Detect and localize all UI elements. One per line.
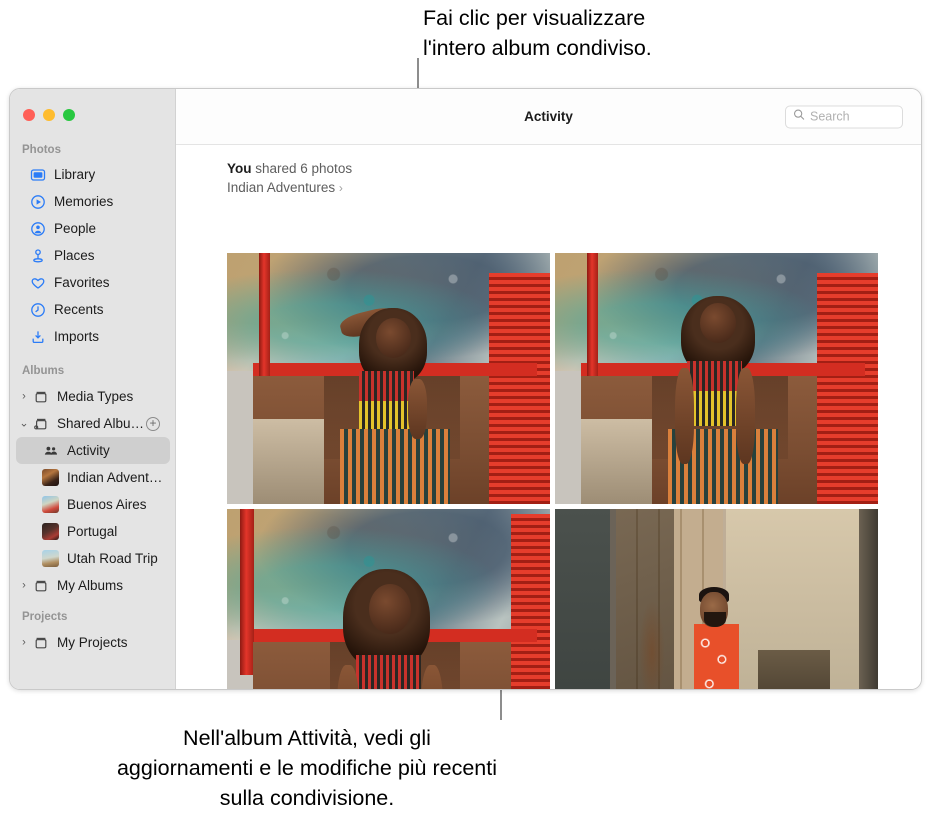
activity-header: You shared 6 photos Indian Adventures › (176, 145, 921, 202)
sidebar-item-library[interactable]: Library (16, 161, 170, 188)
sidebar-item-label: Portugal (67, 524, 118, 539)
photo-grid (227, 253, 878, 689)
main-content: Activity Search You shared 6 photos Indi… (176, 89, 921, 689)
heart-icon (29, 274, 46, 291)
sidebar-item-people[interactable]: People (16, 215, 170, 242)
search-field[interactable]: Search (785, 105, 903, 128)
album-thumbnail (42, 523, 59, 540)
people-icon (29, 220, 46, 237)
sidebar-list-projects: › My Projects (10, 629, 176, 656)
chevron-down-icon[interactable]: ⌄ (19, 418, 29, 429)
sidebar-item-buenos-aires[interactable]: Buenos Aires (16, 491, 170, 518)
sidebar-item-recents[interactable]: Recents (16, 296, 170, 323)
library-icon (29, 166, 46, 183)
sidebar-item-imports[interactable]: Imports (16, 323, 170, 350)
photo-thumbnail-4[interactable] (555, 509, 878, 689)
sidebar-section-albums-header: Albums (22, 365, 65, 377)
sidebar-item-memories[interactable]: Memories (16, 188, 170, 215)
sidebar-item-label: My Projects (57, 635, 128, 650)
photo-thumbnail-1[interactable] (227, 253, 550, 504)
sidebar-list-photos: Library Memories People Places Favorites… (10, 161, 176, 350)
sidebar-item-utah-road-trip[interactable]: Utah Road Trip (16, 545, 170, 572)
callout-top-text: Fai clic per visualizzare l'intero album… (423, 6, 652, 60)
places-icon (29, 247, 46, 264)
sidebar-item-portugal[interactable]: Portugal (16, 518, 170, 545)
callout-bottom-text: Nell'album Attività, vedi gli aggiorname… (116, 726, 498, 810)
album-thumbnail (42, 496, 59, 513)
activity-people-icon (42, 442, 59, 459)
activity-feed: You shared 6 photos Indian Adventures › (176, 145, 921, 689)
photo-image (227, 253, 550, 504)
sidebar-item-favorites[interactable]: Favorites (16, 269, 170, 296)
add-shared-album-button[interactable]: + (146, 416, 160, 431)
close-button[interactable] (23, 109, 35, 121)
sidebar-item-label: Favorites (54, 275, 110, 290)
sidebar-item-label: Places (54, 248, 95, 263)
photo-image (555, 509, 878, 689)
search-input[interactable]: Search (810, 110, 850, 124)
sidebar-item-label: Shared Albu… (57, 416, 145, 431)
sidebar: Photos Library Memories People Places Fa… (10, 89, 176, 689)
chevron-right-icon[interactable]: › (19, 391, 29, 402)
zoom-button[interactable] (63, 109, 75, 121)
chevron-right-icon[interactable]: › (19, 580, 29, 591)
sidebar-item-label: Library (54, 167, 96, 182)
sidebar-item-label: Recents (54, 302, 104, 317)
sidebar-item-my-albums[interactable]: › My Albums (16, 572, 170, 599)
sidebar-item-label: Memories (54, 194, 114, 209)
photo-image (227, 509, 550, 689)
sidebar-list-albums: › Media Types ⌄ Shared Albu… + Activity … (10, 383, 176, 599)
sidebar-item-label: Activity (67, 443, 110, 458)
activity-action: shared 6 photos (251, 161, 353, 176)
sidebar-item-label: People (54, 221, 97, 236)
screenshot-root: Fai clic per visualizzare l'intero album… (0, 0, 931, 827)
toolbar: Activity Search (176, 89, 921, 145)
sidebar-item-label: Utah Road Trip (67, 551, 158, 566)
sidebar-item-label: My Albums (57, 578, 124, 593)
chevron-right-icon[interactable]: › (19, 637, 29, 648)
sidebar-item-label: Media Types (57, 389, 134, 404)
shared-album-icon (32, 415, 49, 432)
album-box-icon (32, 577, 49, 594)
sidebar-item-label: Indian Advent… (67, 470, 163, 485)
photo-image (555, 253, 878, 504)
search-icon (793, 108, 805, 126)
photo-thumbnail-3[interactable] (227, 509, 550, 689)
photo-thumbnail-2[interactable] (555, 253, 878, 504)
clock-icon (29, 301, 46, 318)
album-thumbnail (42, 550, 59, 567)
sidebar-section-photos-header: Photos (22, 144, 61, 156)
album-box-icon (32, 388, 49, 405)
sidebar-item-shared-albums[interactable]: ⌄ Shared Albu… + (16, 410, 170, 437)
activity-album-link[interactable]: Indian Adventures › (227, 180, 921, 195)
sidebar-item-label: Imports (54, 329, 100, 344)
sidebar-section-projects-header: Projects (22, 611, 68, 623)
window-traffic-lights (23, 109, 75, 121)
album-box-icon (32, 634, 49, 651)
sidebar-item-media-types[interactable]: › Media Types (16, 383, 170, 410)
memories-icon (29, 193, 46, 210)
import-icon (29, 328, 46, 345)
page-title: Activity (524, 109, 573, 124)
activity-actor: You (227, 161, 252, 176)
minimize-button[interactable] (43, 109, 55, 121)
album-thumbnail (42, 469, 59, 486)
sidebar-item-my-projects[interactable]: › My Projects (16, 629, 170, 656)
activity-share-line: You shared 6 photos (227, 161, 921, 176)
chevron-right-icon: › (338, 181, 343, 195)
sidebar-item-indian-adventures[interactable]: Indian Advent… (16, 464, 170, 491)
album-name: Indian Adventures (227, 180, 336, 195)
sidebar-item-activity[interactable]: Activity (16, 437, 170, 464)
photos-app-window: Photos Library Memories People Places Fa… (9, 88, 922, 690)
sidebar-item-label: Buenos Aires (67, 497, 147, 512)
sidebar-item-places[interactable]: Places (16, 242, 170, 269)
